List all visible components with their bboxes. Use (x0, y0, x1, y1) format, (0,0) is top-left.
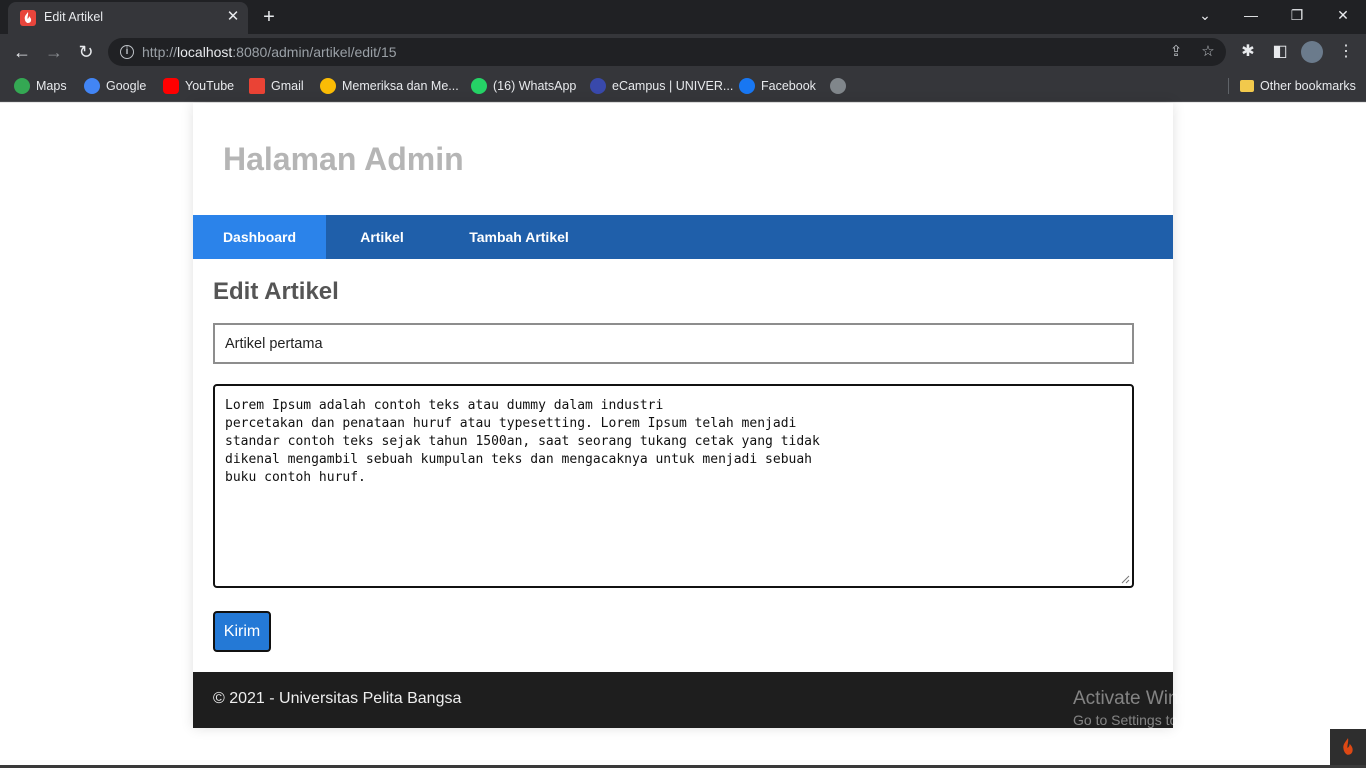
url-prefix: http:// (142, 44, 178, 60)
page-title: Edit Artikel (213, 278, 339, 305)
tab-title: Edit Artikel (44, 10, 104, 24)
globe-icon (830, 78, 846, 94)
browser-tab[interactable]: Edit Artikel ✕ (8, 2, 248, 34)
bookmark-label: Gmail (271, 79, 304, 93)
site-info-icon[interactable]: i (120, 45, 134, 59)
windows-activation-watermark: Activate Windows Go to Settings to activ… (1073, 688, 1294, 728)
bookmark-label: eCampus | UNIVER... (612, 79, 734, 93)
folder-icon (1240, 80, 1254, 92)
nav-dashboard[interactable]: Dashboard (193, 215, 326, 259)
bookmark-label: Google (106, 79, 147, 93)
bookmark-memeriksa[interactable]: Memeriksa dan Me... (320, 76, 459, 96)
address-bar[interactable]: i http://localhost:8080/admin/artikel/ed… (108, 38, 1226, 66)
resize-handle-icon[interactable] (1120, 574, 1130, 584)
watermark-subtitle: Go to Settings to activate Windows. (1073, 712, 1294, 728)
site-footer: © 2021 - Universitas Pelita Bangsa (193, 672, 1173, 728)
other-bookmarks-folder[interactable]: Other bookmarks (1240, 76, 1356, 96)
bookmark-globe[interactable] (830, 76, 846, 96)
bookmark-label: Facebook (761, 79, 816, 93)
bookmarks-bar: Maps Google YouTube Gmail Memeriksa dan … (0, 70, 1366, 102)
url-host: localhost (177, 44, 233, 60)
minimize-window-button[interactable]: — (1228, 0, 1274, 30)
bookmark-whatsapp[interactable]: (16) WhatsApp (471, 76, 576, 96)
submit-button[interactable]: Kirim (213, 611, 271, 652)
share-icon[interactable]: ⇪ (1166, 42, 1186, 62)
bookmark-gmail[interactable]: Gmail (249, 76, 304, 96)
restore-window-button[interactable]: ❐ (1274, 0, 1320, 30)
close-window-button[interactable]: ✕ (1320, 0, 1366, 30)
new-tab-button[interactable]: + (258, 6, 280, 28)
bookmark-label: YouTube (185, 79, 235, 93)
maps-pin-icon (14, 78, 30, 94)
bookmarks-divider (1228, 78, 1229, 94)
site-title: Halaman Admin (223, 141, 464, 177)
bookmark-google[interactable]: Google (84, 76, 146, 96)
youtube-icon (163, 78, 179, 94)
bookmark-facebook[interactable]: Facebook (739, 76, 816, 96)
gmail-icon (249, 78, 265, 94)
other-bookmarks-label: Other bookmarks (1260, 79, 1356, 93)
page-viewport: Halaman Admin Dashboard Artikel Tambah A… (0, 103, 1366, 768)
tab-search-chevron-icon[interactable]: ⌄ (1182, 0, 1228, 30)
url-path: :8080/admin/artikel/edit/15 (232, 44, 397, 60)
bookmark-label: (16) WhatsApp (493, 79, 577, 93)
page-container: Halaman Admin Dashboard Artikel Tambah A… (193, 103, 1173, 728)
codeigniter-favicon-icon (20, 10, 36, 26)
extensions-puzzle-icon[interactable]: ✱ (1236, 40, 1260, 64)
back-arrow-icon[interactable]: ← (10, 40, 34, 64)
nav-artikel[interactable]: Artikel (326, 215, 438, 259)
google-icon (84, 78, 100, 94)
chrome-icon (320, 78, 336, 94)
url-text[interactable]: http://localhost:8080/admin/artikel/edit… (142, 44, 397, 60)
nav-tambah-artikel[interactable]: Tambah Artikel (438, 215, 600, 259)
bookmark-youtube[interactable]: YouTube (163, 76, 234, 96)
ecampus-icon (590, 78, 606, 94)
main-nav: Dashboard Artikel Tambah Artikel (193, 215, 1173, 259)
browser-toolbar: ← → ↻ i http://localhost:8080/admin/arti… (0, 34, 1366, 70)
watermark-title: Activate Windows (1073, 688, 1223, 709)
side-panel-icon[interactable]: ◧ (1268, 40, 1292, 64)
codeigniter-flame-icon (1343, 738, 1353, 755)
browser-tab-strip: Edit Artikel ✕ + ⌄ — ❐ ✕ (0, 0, 1366, 34)
footer-copyright: © 2021 - Universitas Pelita Bangsa (213, 690, 462, 707)
menu-kebab-icon[interactable]: ⋮ (1334, 40, 1358, 64)
bookmark-star-icon[interactable]: ☆ (1198, 42, 1218, 62)
title-input[interactable] (213, 323, 1134, 364)
tab-close-icon[interactable]: ✕ (224, 8, 242, 26)
whatsapp-icon (471, 78, 487, 94)
bookmark-label: Maps (36, 79, 67, 93)
site-header: Halaman Admin (193, 103, 1173, 215)
reload-icon[interactable]: ↻ (74, 40, 98, 64)
bookmark-label: Memeriksa dan Me... (342, 79, 459, 93)
bookmark-ecampus[interactable]: eCampus | UNIVER... (590, 76, 733, 96)
facebook-icon (739, 78, 755, 94)
forward-arrow-icon[interactable]: → (42, 40, 66, 64)
content-textarea[interactable]: Lorem Ipsum adalah contoh teks atau dumm… (213, 384, 1134, 588)
profile-avatar[interactable] (1301, 41, 1323, 63)
codeigniter-toolbar-badge[interactable] (1330, 729, 1366, 765)
bookmark-maps[interactable]: Maps (14, 76, 67, 96)
